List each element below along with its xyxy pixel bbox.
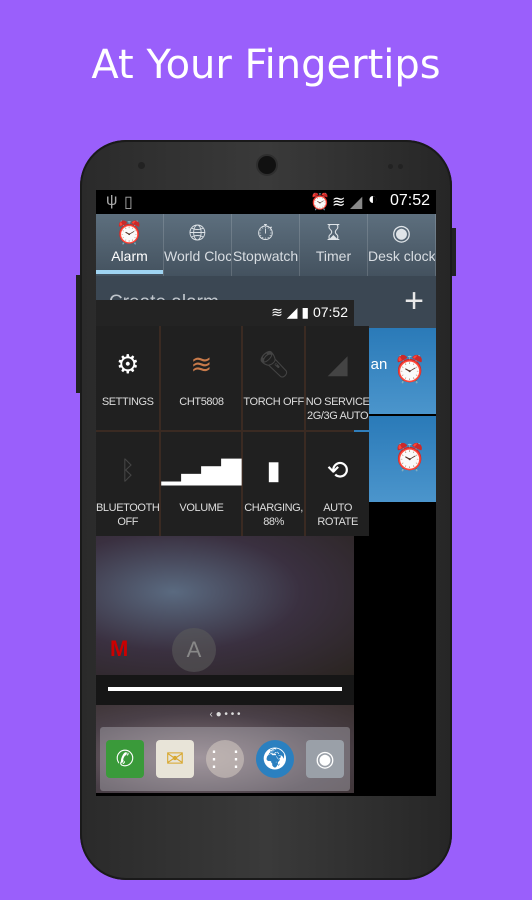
tab-label: Desk clock [368,248,436,264]
tile-volume[interactable]: ▁▃▅▇ VOLUME [161,432,242,536]
tile-label: SETTINGS [101,396,154,408]
signal-icon: ◢ [327,349,348,379]
wifi-icon: ≋ [332,194,346,211]
camera-icon[interactable]: ◉ [306,740,344,778]
headline: At Your Fingertips [91,42,441,88]
page-indicator: ‹ ● • • • [209,709,241,720]
gmail-icon[interactable]: M [110,636,128,662]
browser-icon[interactable]: 🌍︎ [256,740,294,778]
tile-sublabel: 88% [263,516,285,528]
tab-timer[interactable]: ⌛︎ Timer [300,214,368,276]
tile-sublabel: ROTATE [317,516,358,528]
screenshot-icon: ▯ [124,194,133,211]
tile-sublabel: 2G/3G AUTO [307,410,369,422]
earpiece [258,156,276,174]
quick-settings-grid: ⚙ SETTINGS ≋ CHT5808 🔦︎ TORCH OFF ◢ NO SERVI… [96,326,370,536]
tile-wifi[interactable]: ≋ CHT5808 [161,326,242,430]
usb-icon: ψ [106,192,118,209]
shade-status-row: ≋ ◢ ▮ 07:52 [96,300,354,326]
alarm-icon: ⏰ [115,220,144,245]
tab-bar: ⏰ Alarm 🌐︎ World Cloc ⏱︎ Stopwatch ⌛︎ Timer … [96,214,436,276]
tab-alarm[interactable]: ⏰ Alarm [96,214,164,276]
tile-label: TORCH OFF [243,396,304,408]
desk-clock-icon: ◉ [391,220,412,245]
app-settings-icon[interactable]: A [172,628,216,672]
volume-button [76,275,80,393]
status-time: 07:52 [389,192,430,209]
status-bar: ψ ▯ ⏰ ≋ ◢ ◐ 07:52 [96,190,436,214]
shade-drag-handle[interactable] [96,675,354,705]
tile-label: NO SERVICE [305,396,370,408]
tile-label: BLUETOOTH [96,502,160,514]
dock: ✆ ✉ ⋮⋮ 🌍︎ ◉ [100,727,350,791]
rotate-icon: ⟲ [326,455,349,485]
apps-icon[interactable]: ⋮⋮ [203,740,247,778]
tile-label: CHARGING, [244,502,303,514]
tab-label: Alarm [111,248,148,264]
home-screen: ‹ ● • • • ✆ ✉ ⋮⋮ 🌍︎ ◉ [96,705,354,793]
tile-label: AUTO [323,502,352,514]
volume-bars-icon: ▁▃▅▇ [161,455,242,485]
shade-time: 07:52 [312,304,348,320]
alarm-on-icon[interactable]: ⏰ [394,354,426,385]
tile-settings[interactable]: ⚙ SETTINGS [96,326,160,430]
battery-icon: ◐ [368,191,378,208]
wifi-icon: ≋ [190,349,213,379]
tile-auto-rotate[interactable]: ⟲ AUTO ROTATE [305,432,370,536]
tile-label: VOLUME [179,502,224,514]
front-camera [138,162,145,169]
bluetooth-icon: ᛒ [119,455,136,485]
tile-network[interactable]: ◢ NO SERVICE 2G/3G AUTO [305,326,370,430]
tile-bluetooth[interactable]: ᛒ BLUETOOTH OFF [96,432,160,536]
wallpaper: M A [96,536,354,676]
flashlight-icon: 🔦︎ [257,349,291,379]
tab-desk-clock[interactable]: ◉ Desk clock [368,214,436,276]
stopwatch-icon: ⏱︎ [256,220,275,245]
tile-torch[interactable]: 🔦︎ TORCH OFF [243,326,304,430]
tile-battery[interactable]: ▮ CHARGING, 88% [243,432,304,536]
phone-icon[interactable]: ✆ [106,740,144,778]
tab-world-clock[interactable]: 🌐︎ World Cloc [164,214,232,276]
tile-label: CHT5808 [179,396,224,408]
tab-label: World Cloc [164,248,232,264]
power-button [452,228,456,276]
add-alarm-button[interactable]: + [404,282,424,321]
screen: ψ ▯ ⏰ ≋ ◢ ◐ 07:52 ⏰ Alarm 🌐︎ World Cloc ⏱︎… [96,190,436,796]
tile-sublabel: OFF [117,516,139,528]
tab-label: Timer [315,248,352,264]
sensors [388,164,393,169]
gear-icon: ⚙ [116,349,140,379]
hourglass-icon: ⌛︎ [326,220,341,245]
tab-stopwatch[interactable]: ⏱︎ Stopwatch [232,214,300,276]
battery-charging-icon: ▮ [266,455,281,485]
alarm-off-icon[interactable]: ⏰ [394,442,426,473]
alarm-icon: ⏰ [310,194,330,211]
signal-icon: ◢ [350,194,363,211]
handle-line [108,687,342,691]
email-icon[interactable]: ✉ [156,740,194,778]
globe-icon: 🌐︎ [188,220,207,245]
tab-label: Stopwatch [232,248,299,264]
